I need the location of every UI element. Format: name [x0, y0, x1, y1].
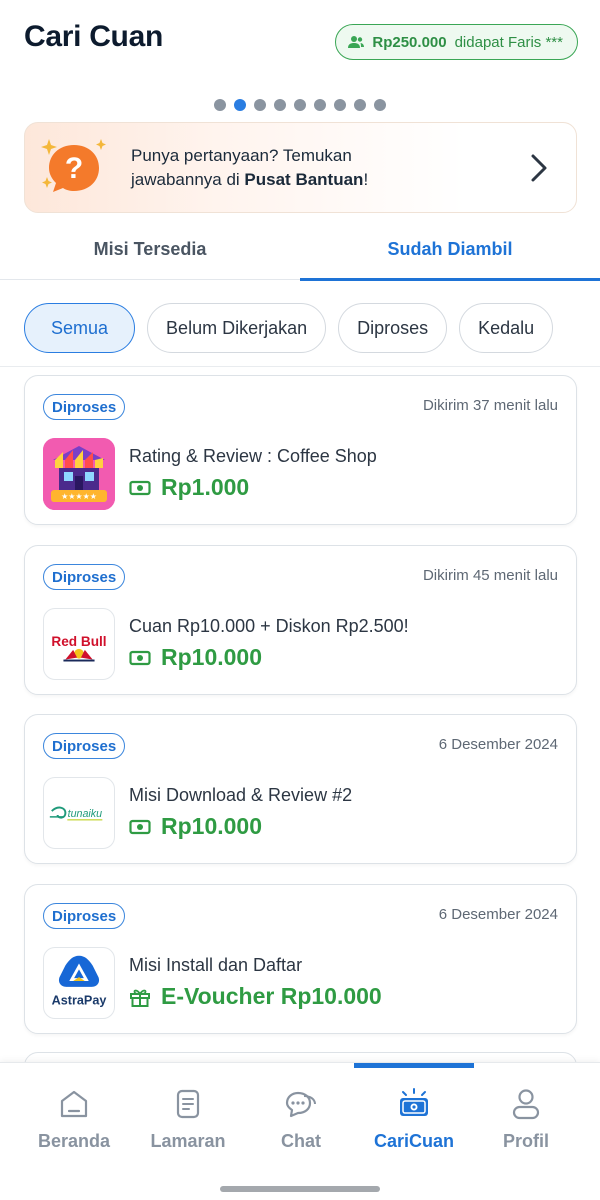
help-line-2-prefix: jawabannya di	[131, 169, 245, 189]
carousel-dot[interactable]	[294, 99, 306, 111]
help-banner-text: Punya pertanyaan? Temukan jawabannya di …	[131, 144, 471, 192]
mission-card[interactable]: Diproses 6 Desember 2024 tunaiku Misi Do…	[24, 714, 577, 864]
gesture-handle[interactable]	[220, 1186, 380, 1192]
money-icon	[129, 480, 151, 495]
reward: Rp10.000	[129, 644, 262, 671]
carousel-dot[interactable]	[274, 99, 286, 111]
status-badge: Diproses	[43, 733, 126, 759]
filter-chips: Semua Belum Dikerjakan Diproses Kedalu	[24, 303, 554, 353]
reward-amount: E-Voucher Rp10.000	[161, 983, 382, 1009]
carousel-dot[interactable]	[214, 99, 226, 111]
carousel-dot[interactable]	[334, 99, 346, 111]
nav-item-caricuan[interactable]: CariCuan	[354, 1063, 474, 1163]
status-badge: Diproses	[43, 564, 126, 590]
tunaiku-logo: tunaiku	[43, 777, 115, 849]
reward-amount: Rp10.000	[161, 644, 263, 670]
mission-card[interactable]: Diproses Dikirim 37 menit lalu ★★★★★ Rat…	[24, 375, 577, 525]
reward-amount: Rp1.000	[161, 474, 250, 500]
submitted-time: Dikirim 37 menit lalu	[422, 397, 558, 414]
header: Cari Cuan Rp250.000 didapat Faris ***	[0, 0, 600, 90]
mission-title: Misi Install dan Daftar	[129, 955, 303, 975]
document-icon	[176, 1089, 200, 1119]
nav-item-chat[interactable]: Chat	[241, 1063, 361, 1163]
profile-icon	[512, 1089, 540, 1120]
svg-text:?: ?	[65, 152, 83, 185]
reward: Rp10.000	[129, 813, 262, 840]
svg-text:★★★★★: ★★★★★	[61, 492, 97, 501]
filter-chip-diproses[interactable]: Diproses	[338, 303, 448, 353]
reward: E-Voucher Rp10.000	[129, 983, 382, 1010]
status-badge: Diproses	[43, 903, 126, 929]
nav-item-profil[interactable]: Profil	[466, 1063, 586, 1163]
submitted-time: Dikirim 45 menit lalu	[422, 567, 558, 584]
page-title: Cari Cuan	[24, 20, 163, 53]
nav-label: Lamaran	[150, 1131, 226, 1151]
gift-icon	[130, 989, 150, 1007]
nav-label: CariCuan	[373, 1131, 454, 1151]
status-badge: Diproses	[43, 394, 126, 420]
users-icon	[348, 36, 365, 48]
nav-label: Profil	[502, 1131, 549, 1151]
astrapay-logo-text: AstraPay	[52, 993, 107, 1007]
promo-text: didapat Faris ***	[454, 33, 563, 51]
help-line-2-suffix: !	[363, 169, 369, 189]
carousel-dot[interactable]	[354, 99, 366, 111]
divider	[0, 366, 600, 367]
filter-chip-kedaluwarsa[interactable]: Kedalu	[459, 303, 554, 353]
promo-ticker: Rp250.000 didapat Faris ***	[335, 24, 578, 60]
mission-tabs: Misi Tersedia Sudah Diambil	[0, 225, 600, 281]
nav-item-lamaran[interactable]: Lamaran	[128, 1063, 248, 1163]
tunaiku-logo-text: tunaiku	[68, 808, 103, 820]
carousel-dot[interactable]	[374, 99, 386, 111]
tab-misi-tersedia[interactable]: Misi Tersedia	[0, 225, 300, 279]
nav-label: Beranda	[37, 1131, 111, 1151]
home-icon	[60, 1090, 88, 1118]
reward-amount: Rp10.000	[161, 813, 263, 839]
help-center-banner[interactable]: ? Punya pertanyaan? Temukan jawabannya d…	[24, 122, 577, 213]
question-bubble-icon: ?	[39, 133, 109, 203]
mission-title: Rating & Review : Coffee Shop	[129, 446, 377, 466]
help-line-1: Punya pertanyaan? Temukan	[131, 145, 352, 165]
filter-chip-semua[interactable]: Semua	[24, 303, 136, 353]
submitted-time: 6 Desember 2024	[438, 906, 558, 923]
astrapay-logo: AstraPay	[43, 947, 115, 1019]
money-icon	[129, 819, 151, 834]
mission-card[interactable]: Diproses Dikirim 45 menit lalu Red Bull …	[24, 545, 577, 695]
tab-sudah-diambil[interactable]: Sudah Diambil	[300, 225, 600, 281]
carousel-dot[interactable]	[254, 99, 266, 111]
money-icon	[129, 650, 151, 665]
carousel-dot-active[interactable]	[234, 99, 246, 111]
help-line-2: jawabannya di Pusat Bantuan!	[131, 168, 471, 192]
cash-icon	[400, 1088, 428, 1116]
help-center-link[interactable]: Pusat Bantuan	[244, 170, 363, 189]
promo-amount: Rp250.000	[372, 33, 447, 51]
red-bull-logo: Red Bull	[43, 608, 115, 680]
reward: Rp1.000	[129, 474, 249, 501]
chevron-right-icon[interactable]	[528, 153, 550, 183]
mission-title: Cuan Rp10.000 + Diskon Rp2.500!	[129, 616, 409, 636]
chat-icon	[285, 1091, 316, 1118]
carousel-dots	[0, 99, 600, 111]
submitted-time: 6 Desember 2024	[438, 736, 558, 753]
mission-card[interactable]: Diproses 6 Desember 2024 AstraPay Misi I…	[24, 884, 577, 1034]
bottom-navigation: Beranda Lamaran Chat CariCuan Profil	[0, 1062, 600, 1200]
mission-title: Misi Download & Review #2	[129, 785, 353, 805]
nav-item-beranda[interactable]: Beranda	[14, 1063, 134, 1163]
coffee-shop-logo: ★★★★★	[43, 438, 115, 510]
red-bull-logo-text: Red Bull	[51, 634, 106, 649]
nav-label: Chat	[281, 1131, 321, 1151]
filter-chip-belum-dikerjakan[interactable]: Belum Dikerjakan	[147, 303, 327, 353]
carousel-dot[interactable]	[314, 99, 326, 111]
